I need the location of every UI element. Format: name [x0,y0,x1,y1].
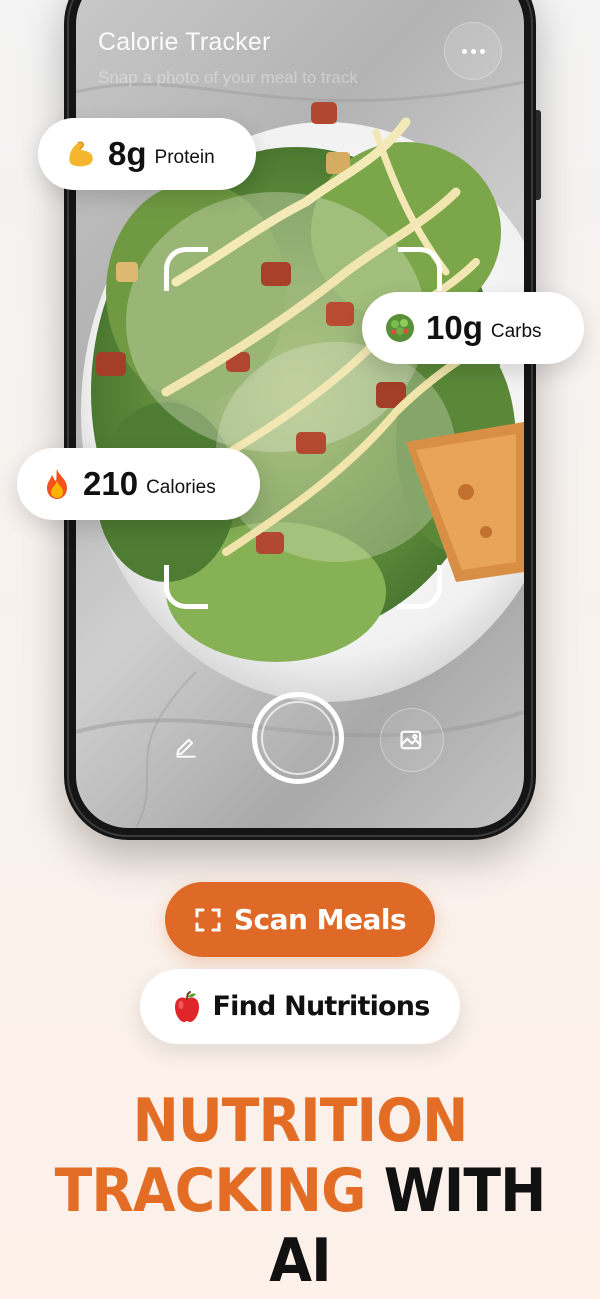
salad-bowl-icon [384,312,416,344]
more-horizontal-icon-dot [470,48,476,54]
scan-frame-corner-bottom-left [164,565,208,609]
scan-frame-corner-top-right [398,247,442,291]
scan-frame-corner-top-left [164,247,208,291]
carbs-value: 10g [426,309,483,346]
app-subtitle: Snap a photo of your meal to track [98,68,358,87]
calories-unit: Calories [146,477,216,498]
more-horizontal-icon-dot [479,48,485,54]
find-nutritions-label: Find Nutritions [212,991,431,1022]
gallery-icon [400,730,422,750]
app-title: Calorie Tracker [98,28,271,56]
scan-meals-label: Scan Meals [233,903,407,936]
protein-unit: Protein [154,147,215,168]
more-horizontal-icon [461,48,467,54]
fire-icon [41,467,73,501]
headline-line1: NUTRITION [132,1086,469,1156]
more-menu-button[interactable] [444,22,502,80]
gallery-button[interactable] [380,708,444,772]
shutter-button[interactable] [252,692,344,784]
find-nutritions-button[interactable]: Find Nutritions [140,969,460,1044]
carbs-pill: 10g Carbs [362,292,584,364]
apple-icon [174,990,199,1022]
carbs-unit: Carbs [490,321,542,342]
calories-pill: 210 Calories [17,448,260,520]
pencil-icon [176,738,196,758]
headline-line2-orange: TRACKING [54,1156,367,1226]
headline: NUTRITION TRACKING WITH AI [24,1086,576,1296]
scan-meals-button[interactable]: Scan Meals [165,882,435,957]
phone-side-button [536,110,541,200]
scan-frame-corner-bottom-right [398,565,442,609]
flexed-biceps-icon [64,137,98,171]
scan-frame-icon [195,908,221,931]
edit-button[interactable] [164,726,208,770]
protein-pill: 8g Protein [38,118,256,190]
protein-value: 8g [108,135,147,172]
calories-value: 210 [83,465,139,502]
